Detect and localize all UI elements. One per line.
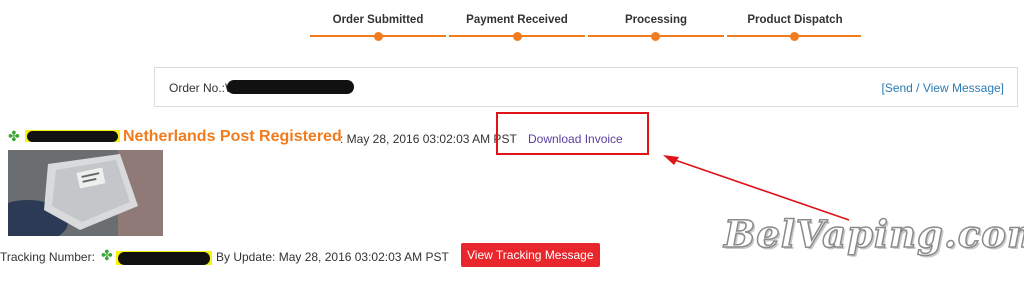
shipment-date: : May 28, 2016 03:02:03 AM PST (340, 132, 517, 146)
package-photo-image (8, 150, 163, 236)
order-number-box: Order No.:W [Send / View Message] (154, 67, 1018, 107)
redacted-tracking-number (118, 252, 210, 265)
progress-dot (651, 32, 660, 41)
progress-dot (513, 32, 522, 41)
step-processing: Processing (588, 14, 724, 26)
step-order-submitted: Order Submitted (310, 14, 446, 26)
tracking-number-label: Tracking Number: (0, 250, 95, 264)
step-payment-received: Payment Received (449, 14, 585, 26)
progress-dot (790, 32, 799, 41)
redacted-order-number (227, 80, 354, 94)
clover-icon: ✤ (8, 128, 20, 144)
send-view-message-link[interactable]: [Send / View Message] (881, 81, 1004, 95)
view-tracking-message-button[interactable]: View Tracking Message (461, 243, 600, 267)
package-photo (8, 150, 163, 236)
clover-icon: ✤ (101, 247, 113, 263)
step-label: Product Dispatch (747, 14, 843, 26)
step-label: Payment Received (466, 14, 568, 26)
carrier-name: Netherlands Post Registered (123, 128, 342, 145)
watermark-logo: BelVaping.com (723, 211, 1024, 257)
step-label: Order Submitted (332, 14, 424, 26)
annotation-highlight-box (496, 112, 649, 155)
redacted-text (27, 131, 118, 142)
step-label: Processing (625, 14, 687, 26)
tracking-update-text: By Update: May 28, 2016 03:02:03 AM PST (216, 250, 449, 264)
progress-dot (374, 32, 383, 41)
step-product-dispatch: Product Dispatch (727, 14, 863, 26)
